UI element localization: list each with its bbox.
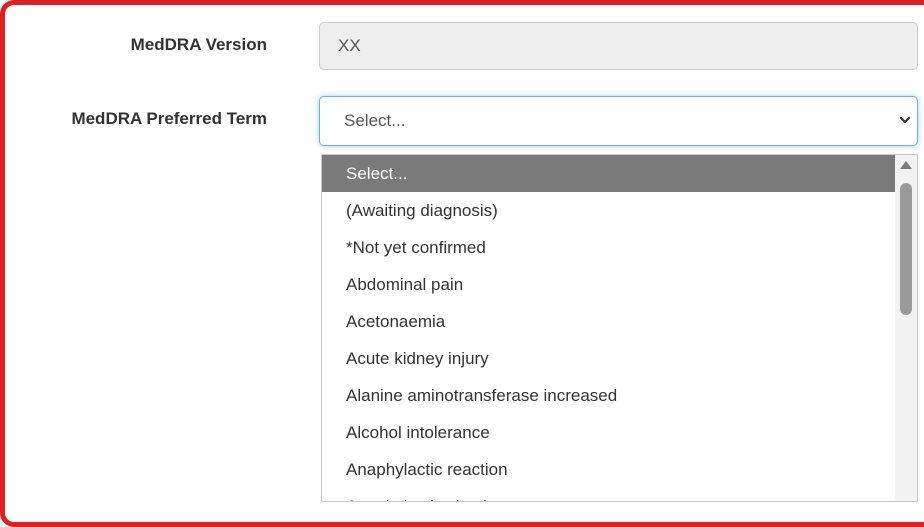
option-anaphylactic-shock[interactable]: Anaphylactic shock	[322, 488, 896, 501]
option-not-yet-confirmed[interactable]: *Not yet confirmed	[322, 229, 896, 266]
option-awaiting-diagnosis[interactable]: (Awaiting diagnosis)	[322, 192, 896, 229]
option-alcohol-intolerance[interactable]: Alcohol intolerance	[322, 414, 896, 451]
option-alanine-aminotransferase-increased[interactable]: Alanine aminotransferase increased	[322, 377, 896, 414]
meddra-version-label: MedDRA Version	[130, 35, 267, 54]
triangle-up-icon[interactable]	[900, 161, 912, 169]
dropdown-scrollbar[interactable]	[895, 155, 917, 501]
form-panel: MedDRA Version XX MedDRA Preferred Term …	[0, 0, 924, 527]
option-select[interactable]: Select...	[322, 155, 896, 192]
chevron-down-icon	[899, 116, 911, 124]
option-acetonaemia[interactable]: Acetonaemia	[322, 303, 896, 340]
term-options-dropdown[interactable]: Select... (Awaiting diagnosis) *Not yet …	[321, 154, 918, 502]
meddra-preferred-term-select[interactable]: Select...	[319, 96, 918, 146]
meddra-preferred-term-label: MedDRA Preferred Term	[71, 109, 267, 128]
option-abdominal-pain[interactable]: Abdominal pain	[322, 266, 896, 303]
option-anaphylactic-reaction[interactable]: Anaphylactic reaction	[322, 451, 896, 488]
scrollbar-thumb[interactable]	[900, 183, 912, 315]
options-list: Select... (Awaiting diagnosis) *Not yet …	[322, 155, 896, 501]
meddra-version-field: XX	[319, 22, 918, 70]
select-value: Select...	[344, 111, 406, 130]
option-acute-kidney-injury[interactable]: Acute kidney injury	[322, 340, 896, 377]
